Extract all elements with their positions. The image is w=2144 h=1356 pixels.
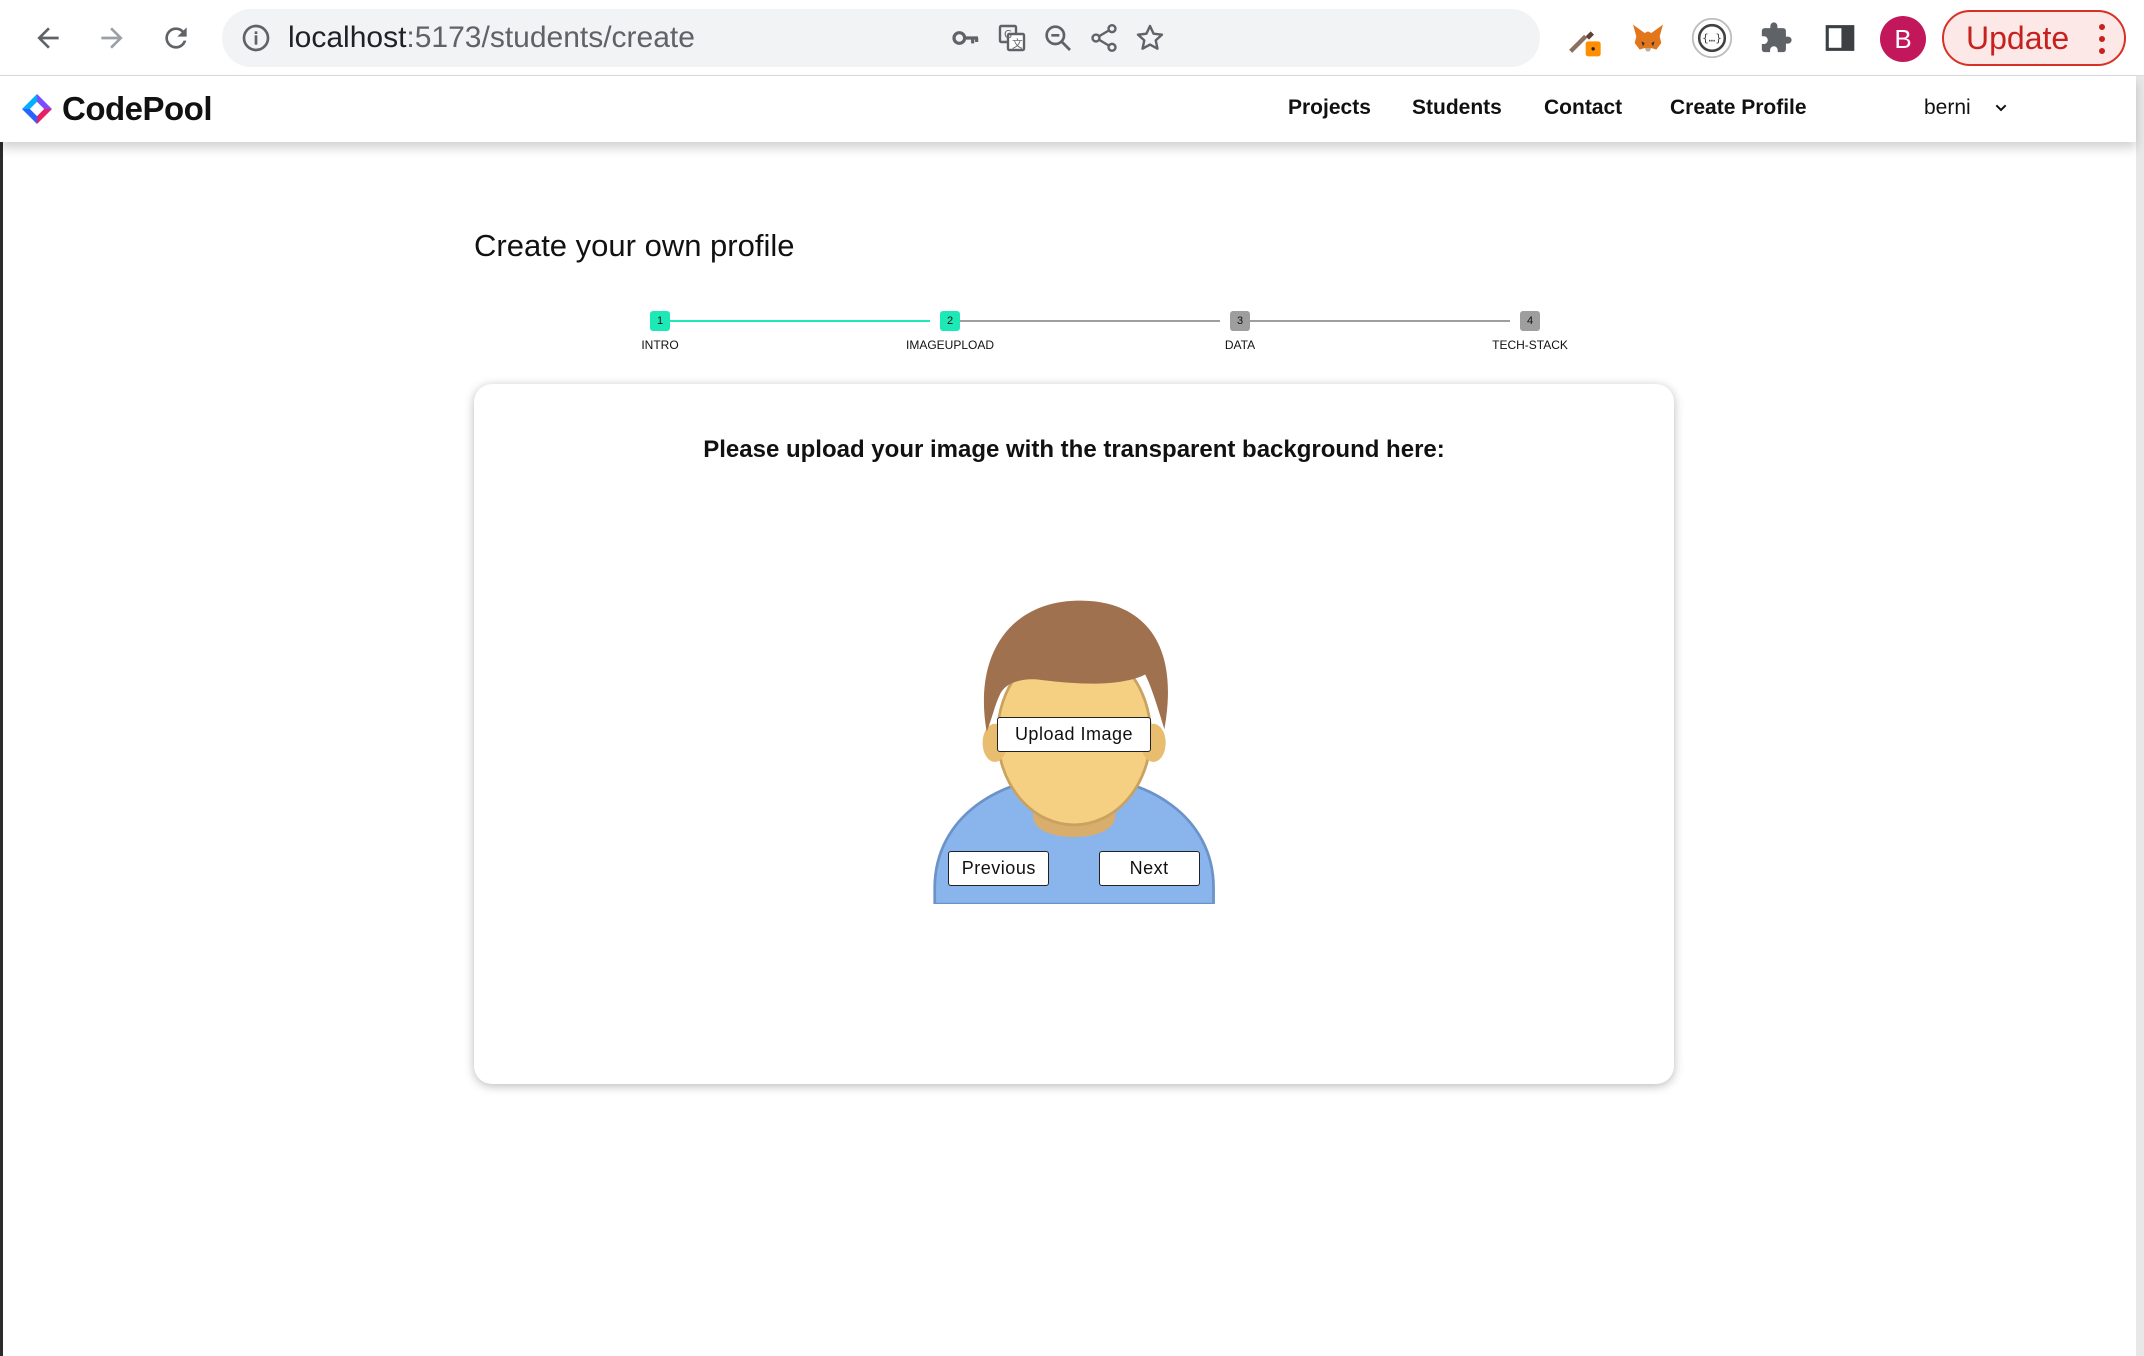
upload-image-button[interactable]: Upload Image xyxy=(997,717,1151,752)
progress-stepper: 1 2 3 4 INTRO IMAGEUPLOAD DATA TECH-STAC… xyxy=(640,308,1580,358)
window-edge xyxy=(0,142,3,1356)
user-name: berni xyxy=(1924,96,1971,119)
step-connector xyxy=(948,320,1220,322)
star-icon[interactable] xyxy=(1132,20,1168,56)
step-4-marker: 4 xyxy=(1520,311,1540,331)
page-title: Create your own profile xyxy=(474,228,795,263)
share-icon[interactable] xyxy=(1086,20,1122,56)
previous-button[interactable]: Previous xyxy=(948,851,1050,886)
nav-students[interactable]: Students xyxy=(1412,96,1502,120)
eyedropper-extension-icon[interactable] xyxy=(1562,16,1606,60)
reload-button[interactable] xyxy=(152,14,200,62)
more-vert-icon xyxy=(2098,24,2106,54)
step-3-label: DATA xyxy=(1224,338,1256,352)
brand-logo[interactable]: CodePool xyxy=(20,90,213,128)
update-button[interactable]: Update xyxy=(1942,10,2126,66)
reload-icon xyxy=(165,27,187,49)
devtools-extension-icon[interactable]: {…} xyxy=(1690,16,1734,60)
svg-text:{…}: {…} xyxy=(1702,32,1722,45)
brand-name: CodePool xyxy=(62,90,213,127)
step-3-marker: 3 xyxy=(1230,311,1250,331)
nav-contact[interactable]: Contact xyxy=(1544,96,1622,120)
chevron-down-icon xyxy=(1995,104,2007,112)
arrow-right-icon xyxy=(101,27,123,49)
svg-text:文: 文 xyxy=(1012,37,1023,50)
user-menu[interactable]: berni xyxy=(1924,96,2009,120)
step-4-label: TECH-STACK xyxy=(1492,338,1568,352)
step-2-label: IMAGEUPLOAD xyxy=(905,338,995,352)
info-icon[interactable] xyxy=(240,22,272,54)
key-icon[interactable] xyxy=(948,20,984,56)
browser-toolbar: localhost:5173/students/create G文 {…} B … xyxy=(0,0,2144,76)
step-connector-done xyxy=(658,320,930,322)
update-label: Update xyxy=(1966,19,2070,56)
translate-icon[interactable]: G文 xyxy=(994,20,1030,56)
zoom-out-icon[interactable] xyxy=(1040,20,1076,56)
back-button[interactable] xyxy=(24,14,72,62)
scrollbar-track[interactable] xyxy=(2136,76,2144,1356)
forward-button[interactable] xyxy=(88,14,136,62)
side-panel-icon[interactable] xyxy=(1818,16,1862,60)
address-bar[interactable]: localhost:5173/students/create G文 xyxy=(222,9,1540,67)
profile-avatar[interactable]: B xyxy=(1880,16,1926,62)
url-path: :5173/students/create xyxy=(406,21,695,54)
url-host: localhost xyxy=(288,21,407,54)
metamask-fox-icon[interactable] xyxy=(1626,16,1670,60)
url-text: localhost:5173/students/create xyxy=(288,22,695,54)
step-2-marker: 2 xyxy=(940,311,960,331)
step-1-label: INTRO xyxy=(641,338,679,352)
next-button[interactable]: Next xyxy=(1098,851,1200,886)
step-1-marker: 1 xyxy=(650,311,670,331)
upload-instructions: Please upload your image with the transp… xyxy=(703,436,1445,463)
arrow-left-icon xyxy=(37,27,59,49)
upload-card: Please upload your image with the transp… xyxy=(474,384,1674,1084)
extensions-puzzle-icon[interactable] xyxy=(1754,16,1798,60)
codepool-logo-icon xyxy=(22,94,52,124)
app-header: CodePool Projects Students Contact Creat… xyxy=(0,76,2136,142)
nav-projects[interactable]: Projects xyxy=(1288,96,1371,120)
step-connector xyxy=(1238,320,1510,322)
nav-create-profile[interactable]: Create Profile xyxy=(1670,96,1807,120)
